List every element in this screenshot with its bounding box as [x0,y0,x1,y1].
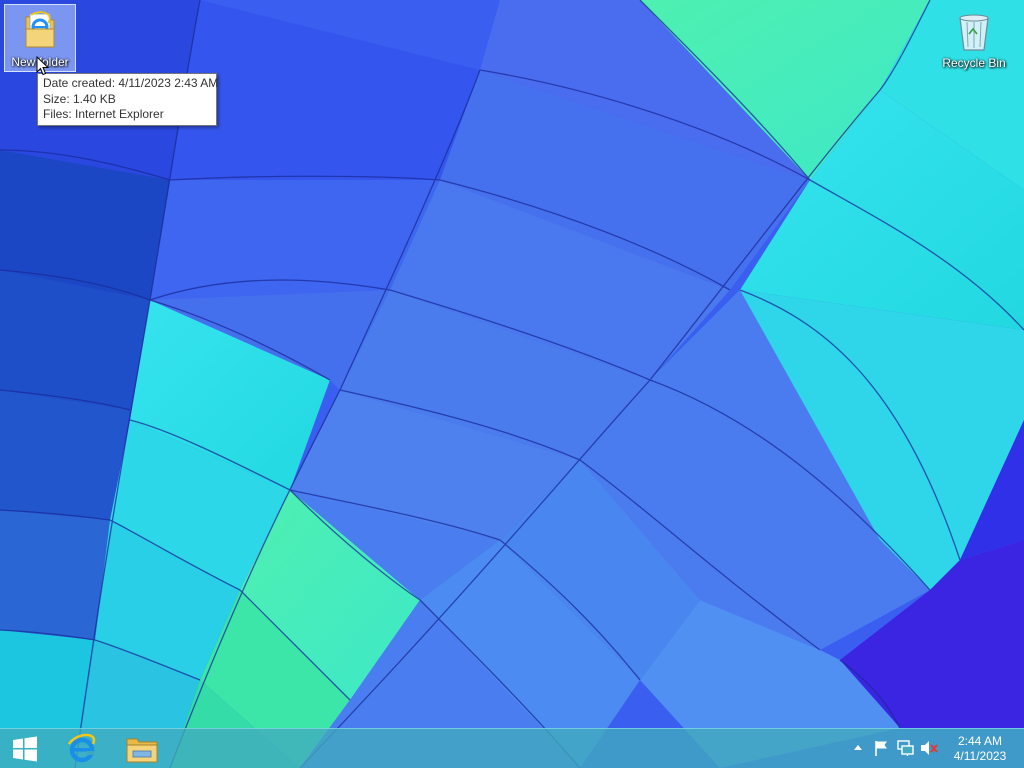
action-center-button[interactable] [871,737,891,759]
taskbar-clock[interactable]: 2:44 AM 4/11/2023 [944,734,1016,764]
clock-time: 2:44 AM [957,734,1003,748]
desktop-icon-label: Recycle Bin [942,56,1006,70]
file-explorer-icon [126,738,158,763]
mouse-pointer-icon [36,56,50,76]
tooltip-date-created: Date created: 4/11/2023 2:43 AM [43,76,219,90]
folder-with-ie-icon [25,11,55,48]
network-button[interactable] [896,737,916,759]
icon-tooltip: Date created: 4/11/2023 2:43 AM Size: 1.… [37,73,219,126]
start-button[interactable] [0,731,50,767]
taskbar-internet-explorer[interactable] [57,731,107,767]
windows-logo-icon [13,736,37,762]
recycle-bin-icon [959,14,989,51]
clock-date: 4/11/2023 [953,749,1007,763]
network-icon [897,740,914,756]
desktop-icon-recycle-bin[interactable]: Recycle Bin [938,6,1010,70]
tooltip-files: Files: Internet Explorer [43,107,164,121]
show-hidden-icons-chevron[interactable] [848,737,868,759]
chevron-up-icon [854,745,862,750]
tooltip-size: Size: 1.40 KB [43,91,116,106]
desktop[interactable]: New folder Recycle Bin Date created: 4/1… [0,0,1024,768]
volume-muted-icon [921,741,938,755]
taskbar[interactable]: 2:44 AM 4/11/2023 [0,728,1024,768]
internet-explorer-icon [67,733,96,763]
taskbar-file-explorer[interactable] [117,731,167,767]
volume-button[interactable] [919,737,939,759]
flag-icon [875,741,887,756]
